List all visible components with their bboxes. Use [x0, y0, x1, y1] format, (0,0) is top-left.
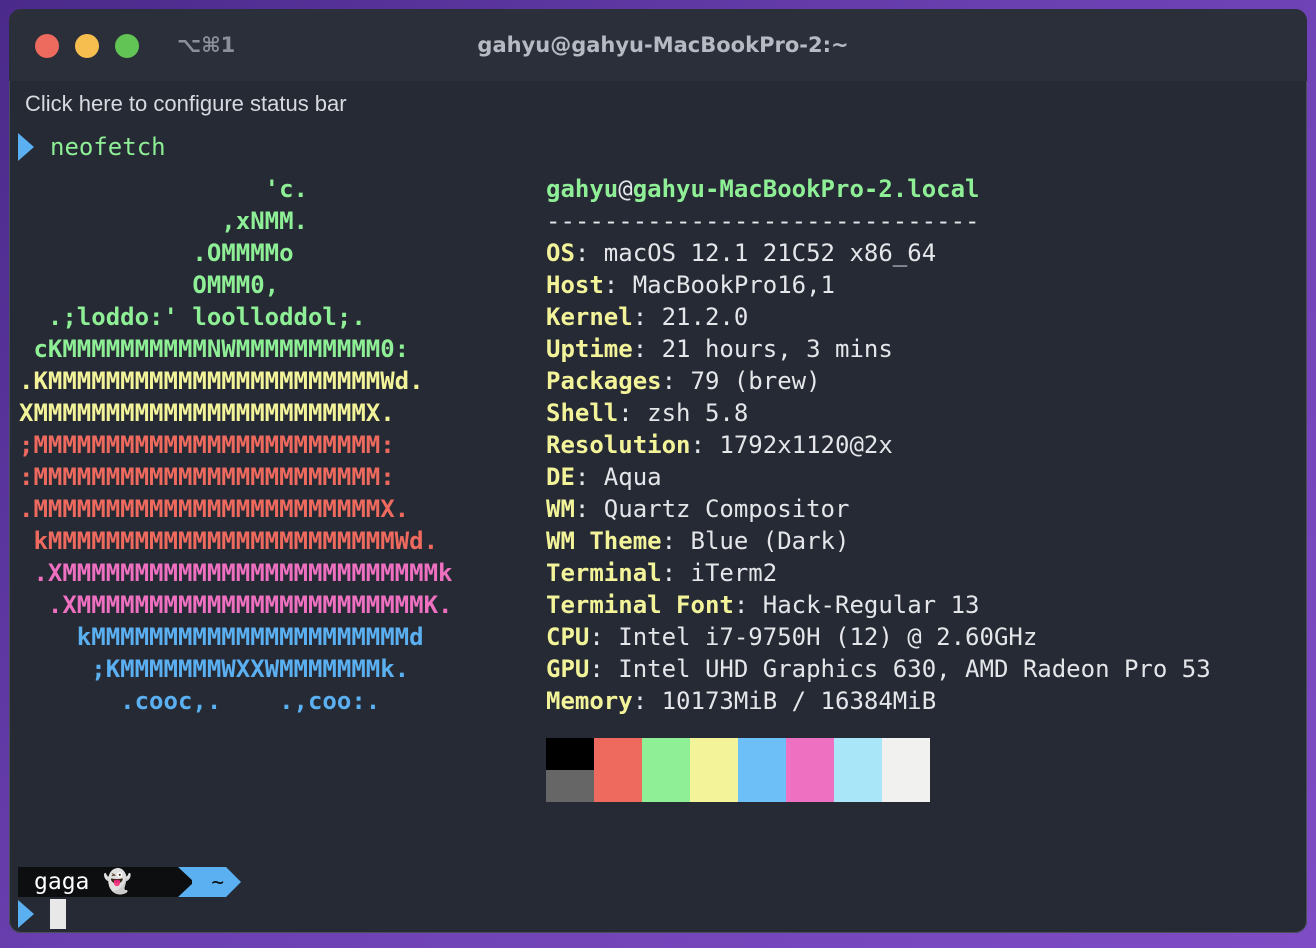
info-value: : 79 (brew): [661, 367, 821, 395]
info-key: Memory: [546, 687, 633, 715]
color-swatch-normal: [546, 738, 594, 770]
input-prompt-arrow-icon: [18, 900, 34, 928]
info-key: DE: [546, 463, 575, 491]
color-swatch-bright: [642, 770, 690, 802]
ascii-logo-line: cKMMMMMMMMMMNWMMMMMMMMMM0:: [19, 335, 410, 363]
color-swatch: [546, 738, 594, 802]
info-value: : macOS 12.1 21C52 x86_64: [574, 239, 937, 267]
info-key: Host: [546, 271, 604, 299]
ascii-logo-line: 'c.: [19, 175, 308, 203]
info-key: Kernel: [546, 303, 633, 331]
info-key: Packages: [546, 367, 662, 395]
title-bar[interactable]: ⌥⌘1 gahyu@gahyu-MacBookPro-2:~: [9, 9, 1307, 81]
color-swatch-normal: [594, 738, 642, 770]
ascii-logo-line: .OMMMMo: [19, 239, 294, 267]
command-text: neofetch: [50, 133, 166, 161]
terminal-window: ⌥⌘1 gahyu@gahyu-MacBookPro-2:~ Click her…: [9, 9, 1307, 933]
color-swatch-bright: [882, 770, 930, 802]
color-swatch-bright: [834, 770, 882, 802]
info-key: WM: [546, 495, 575, 523]
configure-status-bar-link[interactable]: Click here to configure status bar: [25, 91, 347, 117]
color-swatch-bright: [738, 770, 786, 802]
ascii-logo-line: :MMMMMMMMMMMMMMMMMMMMMMMM:: [19, 463, 395, 491]
ascii-logo-line: ;KMMMMMMMWXXWMMMMMMMk.: [19, 655, 410, 683]
info-value: : Intel i7-9750H (12) @ 2.60GHz: [589, 623, 1038, 651]
color-swatch-normal: [882, 738, 930, 770]
info-key: CPU: [546, 623, 590, 651]
info-separator: ------------------------------: [546, 207, 980, 235]
info-value: : Hack-Regular 13: [733, 591, 980, 619]
info-value: : Blue (Dark): [661, 527, 850, 555]
ascii-logo-line: .KMMMMMMMMMMMMMMMMMMMMMMMWd.: [19, 367, 424, 395]
ascii-logo-line: .XMMMMMMMMMMMMMMMMMMMMMMMMK.: [19, 591, 453, 619]
color-swatch-normal: [834, 738, 882, 770]
info-value: : 10173MiB / 16384MiB: [632, 687, 937, 715]
terminal-cursor[interactable]: [50, 899, 66, 929]
info-key: Terminal: [546, 559, 662, 587]
color-swatch-bright: [546, 770, 594, 802]
info-key: GPU: [546, 655, 590, 683]
info-username: gahyu: [546, 175, 619, 203]
info-key: OS: [546, 239, 575, 267]
apple-ascii-logo: 'c. ,xNMM. .OMMMMo OMMM0, .;loddo:' lool…: [19, 173, 452, 717]
ascii-logo-line: ,xNMM.: [19, 207, 308, 235]
color-swatch-bright: [786, 770, 834, 802]
ascii-logo-line: OMMM0,: [19, 271, 280, 299]
ascii-logo-line: kMMMMMMMMMMMMMMMMMMMMMMd: [19, 623, 424, 651]
info-value: : MacBookPro16,1: [603, 271, 835, 299]
prompt-arrow-icon: [18, 133, 34, 161]
info-value: : zsh 5.8: [618, 399, 749, 427]
ascii-logo-line: kMMMMMMMMMMMMMMMMMMMMMMMMWd.: [19, 527, 439, 555]
ascii-logo-line: .MMMMMMMMMMMMMMMMMMMMMMMMX.: [19, 495, 410, 523]
info-at-sign: @: [618, 175, 633, 203]
prompt-directory-segment: ~: [192, 867, 226, 897]
info-value: : Quartz Compositor: [574, 495, 850, 523]
ascii-logo-line: .;loddo:' loolloddol;.: [19, 303, 366, 331]
info-key: Uptime: [546, 335, 633, 363]
info-key: Shell: [546, 399, 619, 427]
color-swatch: [642, 738, 690, 802]
color-swatch-bright: [594, 770, 642, 802]
prompt-directory-segment-arrow: [226, 867, 241, 897]
prompt-user-segment: gaga 👻: [18, 867, 178, 897]
color-swatch-bright: [690, 770, 738, 802]
color-swatch-normal: [642, 738, 690, 770]
info-value: : Aqua: [574, 463, 662, 491]
ascii-logo-line: .cooc,. .,coo:.: [19, 687, 381, 715]
ascii-logo-line: ;MMMMMMMMMMMMMMMMMMMMMMMM:: [19, 431, 395, 459]
info-key: WM Theme: [546, 527, 662, 555]
color-swatch: [594, 738, 642, 802]
ascii-logo-line: XMMMMMMMMMMMMMMMMMMMMMMMX.: [19, 399, 395, 427]
info-hostname: gahyu-MacBookPro-2.local: [632, 175, 980, 203]
ascii-logo-line: .XMMMMMMMMMMMMMMMMMMMMMMMMMMk: [19, 559, 453, 587]
info-value: : 21.2.0: [632, 303, 749, 331]
info-value: : iTerm2: [661, 559, 778, 587]
info-value: : 1792x1120@2x: [690, 431, 893, 459]
info-key: Resolution: [546, 431, 691, 459]
color-swatch: [834, 738, 882, 802]
color-swatch: [882, 738, 930, 802]
color-palette: [546, 738, 930, 802]
color-swatch-normal: [786, 738, 834, 770]
color-swatch: [690, 738, 738, 802]
color-swatch-normal: [738, 738, 786, 770]
color-swatch: [786, 738, 834, 802]
info-value: : 21 hours, 3 mins: [632, 335, 893, 363]
window-title: gahyu@gahyu-MacBookPro-2:~: [477, 33, 849, 57]
color-swatch: [738, 738, 786, 802]
color-swatch-normal: [690, 738, 738, 770]
system-info-panel: gahyu@gahyu-MacBookPro-2.local ---------…: [546, 173, 1211, 717]
info-key: Terminal Font: [546, 591, 734, 619]
info-value: : Intel UHD Graphics 630, AMD Radeon Pro…: [589, 655, 1211, 683]
